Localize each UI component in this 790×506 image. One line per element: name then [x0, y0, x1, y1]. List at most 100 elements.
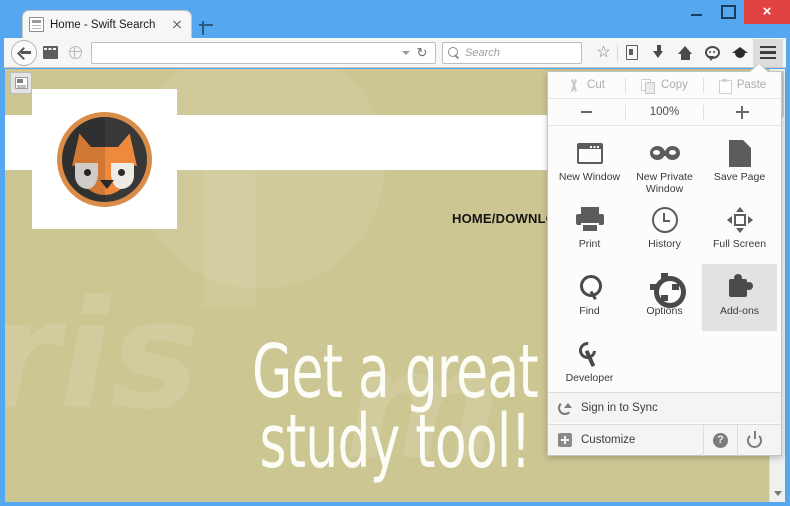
bookmark-star-button[interactable]: ☆	[590, 40, 617, 66]
site-logo[interactable]	[32, 89, 177, 229]
page-icon	[29, 17, 44, 32]
address-bar[interactable]: ↻	[91, 41, 436, 64]
tab-title: Home - Swift Search	[50, 18, 156, 31]
browser-window: Home - Swift Search × ↻ Search ☆ ris m H…	[0, 0, 790, 506]
minus-icon	[581, 111, 592, 113]
menu-item-add-ons[interactable]: Add-ons	[702, 264, 777, 331]
reload-button[interactable]: ↻	[413, 45, 431, 61]
menu-item-label: History	[648, 238, 681, 250]
save-page-icon	[728, 138, 751, 168]
page-thumbnail-icon	[14, 77, 28, 89]
maximize-button[interactable]	[712, 0, 744, 24]
sign-in-to-sync-label: Sign in to Sync	[581, 402, 658, 414]
power-button[interactable]	[737, 424, 771, 456]
plus-box-icon	[558, 433, 572, 447]
paste-button[interactable]: Paste	[704, 72, 781, 98]
graduation-cap-extension-button[interactable]	[726, 40, 753, 66]
new-tab-button[interactable]	[196, 15, 216, 35]
library-button[interactable]	[618, 40, 645, 66]
menu-item-new-window[interactable]: New Window	[552, 130, 627, 197]
menu-item-grid: New Window New Private Window Save Page …	[548, 126, 781, 398]
back-arrow-icon	[18, 46, 31, 59]
page-thumbnail-button[interactable]	[10, 72, 32, 94]
close-window-label: ×	[762, 2, 772, 20]
search-icon	[448, 46, 460, 59]
home-button[interactable]	[672, 40, 699, 66]
customize-label[interactable]: Customize	[581, 434, 703, 446]
scroll-down-button[interactable]	[770, 485, 786, 502]
zoom-level-reset-button[interactable]: 100%	[626, 99, 703, 125]
hamburger-menu-icon	[760, 57, 776, 60]
wrench-icon	[577, 339, 603, 369]
clock-icon	[651, 205, 678, 235]
menu-item-developer[interactable]: Developer	[552, 331, 627, 398]
minimize-button[interactable]	[680, 0, 712, 24]
menu-item-label: New Window	[558, 171, 621, 183]
menu-item-save-page[interactable]: Save Page	[702, 130, 777, 197]
cut-button[interactable]: Cut	[548, 72, 625, 98]
new-window-icon	[576, 138, 603, 168]
chat-bubble-icon	[705, 46, 720, 61]
chat-button[interactable]	[699, 40, 726, 66]
search-bar[interactable]: Search	[442, 41, 582, 64]
menu-item-label: Developer	[565, 372, 614, 384]
edit-actions-row: Cut Copy Paste	[548, 72, 781, 99]
puzzle-piece-icon	[727, 272, 753, 302]
home-icon	[678, 45, 693, 60]
browser-tab[interactable]: Home - Swift Search	[22, 10, 192, 38]
graduation-cap-icon	[731, 46, 748, 60]
downloads-button[interactable]	[645, 40, 672, 66]
fox-eye-right	[118, 168, 125, 176]
menu-item-print[interactable]: Print	[552, 197, 627, 264]
help-icon: ?	[713, 432, 728, 448]
paste-label: Paste	[736, 79, 767, 91]
menu-item-full-screen[interactable]: Full Screen	[702, 197, 777, 264]
chevron-down-icon[interactable]	[399, 46, 413, 60]
menu-item-history[interactable]: History	[627, 197, 702, 264]
help-button[interactable]: ?	[703, 424, 737, 456]
site-identity-button[interactable]	[63, 41, 87, 65]
copy-label: Copy	[661, 79, 688, 91]
menu-item-label: New Private Window	[636, 171, 693, 196]
full-screen-icon	[726, 205, 753, 235]
forward-button[interactable]	[38, 41, 62, 65]
private-mask-icon	[649, 138, 680, 168]
zoom-controls-row: 100%	[548, 99, 781, 126]
navigation-toolbar: ↻ Search ☆	[4, 38, 786, 68]
menu-item-label: Full Screen	[712, 238, 767, 250]
menu-item-options[interactable]: Options	[627, 264, 702, 331]
menu-item-label: Find	[579, 305, 600, 317]
power-icon	[747, 430, 762, 448]
search-input[interactable]: Search	[465, 47, 500, 59]
hamburger-menu-icon	[760, 51, 776, 54]
menu-item-find[interactable]: Find	[552, 264, 627, 331]
zoom-in-button[interactable]	[704, 99, 781, 125]
open-menu-button[interactable]	[753, 38, 783, 67]
menu-item-new-private-window[interactable]: New Private Window	[627, 130, 702, 197]
back-button[interactable]	[11, 39, 37, 66]
close-window-button[interactable]: ×	[744, 0, 790, 24]
library-icon	[625, 45, 638, 60]
hamburger-menu-icon	[760, 45, 776, 48]
gear-icon	[652, 272, 686, 308]
menu-item-label: Print	[578, 238, 601, 250]
fox-cheek-right	[111, 162, 134, 189]
sign-in-to-sync-button[interactable]: Sign in to Sync	[548, 392, 781, 423]
title-bar: Home - Swift Search ×	[0, 0, 790, 38]
plus-icon	[735, 105, 749, 119]
fox-shading	[62, 116, 105, 202]
cut-label: Cut	[587, 79, 605, 91]
close-icon[interactable]	[169, 17, 185, 33]
menu-item-label: Add-ons	[719, 305, 760, 317]
window-controls: ×	[680, 0, 790, 24]
browser-menu-panel: Cut Copy Paste 100% New Window New Priva…	[547, 64, 782, 456]
copy-button[interactable]: Copy	[626, 72, 703, 98]
star-icon: ☆	[596, 43, 611, 61]
zoom-out-button[interactable]	[548, 99, 625, 125]
menu-pointer-arrow	[750, 64, 768, 72]
magnifier-icon	[577, 272, 603, 302]
download-arrow-icon	[652, 45, 666, 60]
sync-icon	[558, 401, 572, 415]
copy-icon	[641, 78, 656, 94]
menu-item-label: Save Page	[713, 171, 766, 183]
